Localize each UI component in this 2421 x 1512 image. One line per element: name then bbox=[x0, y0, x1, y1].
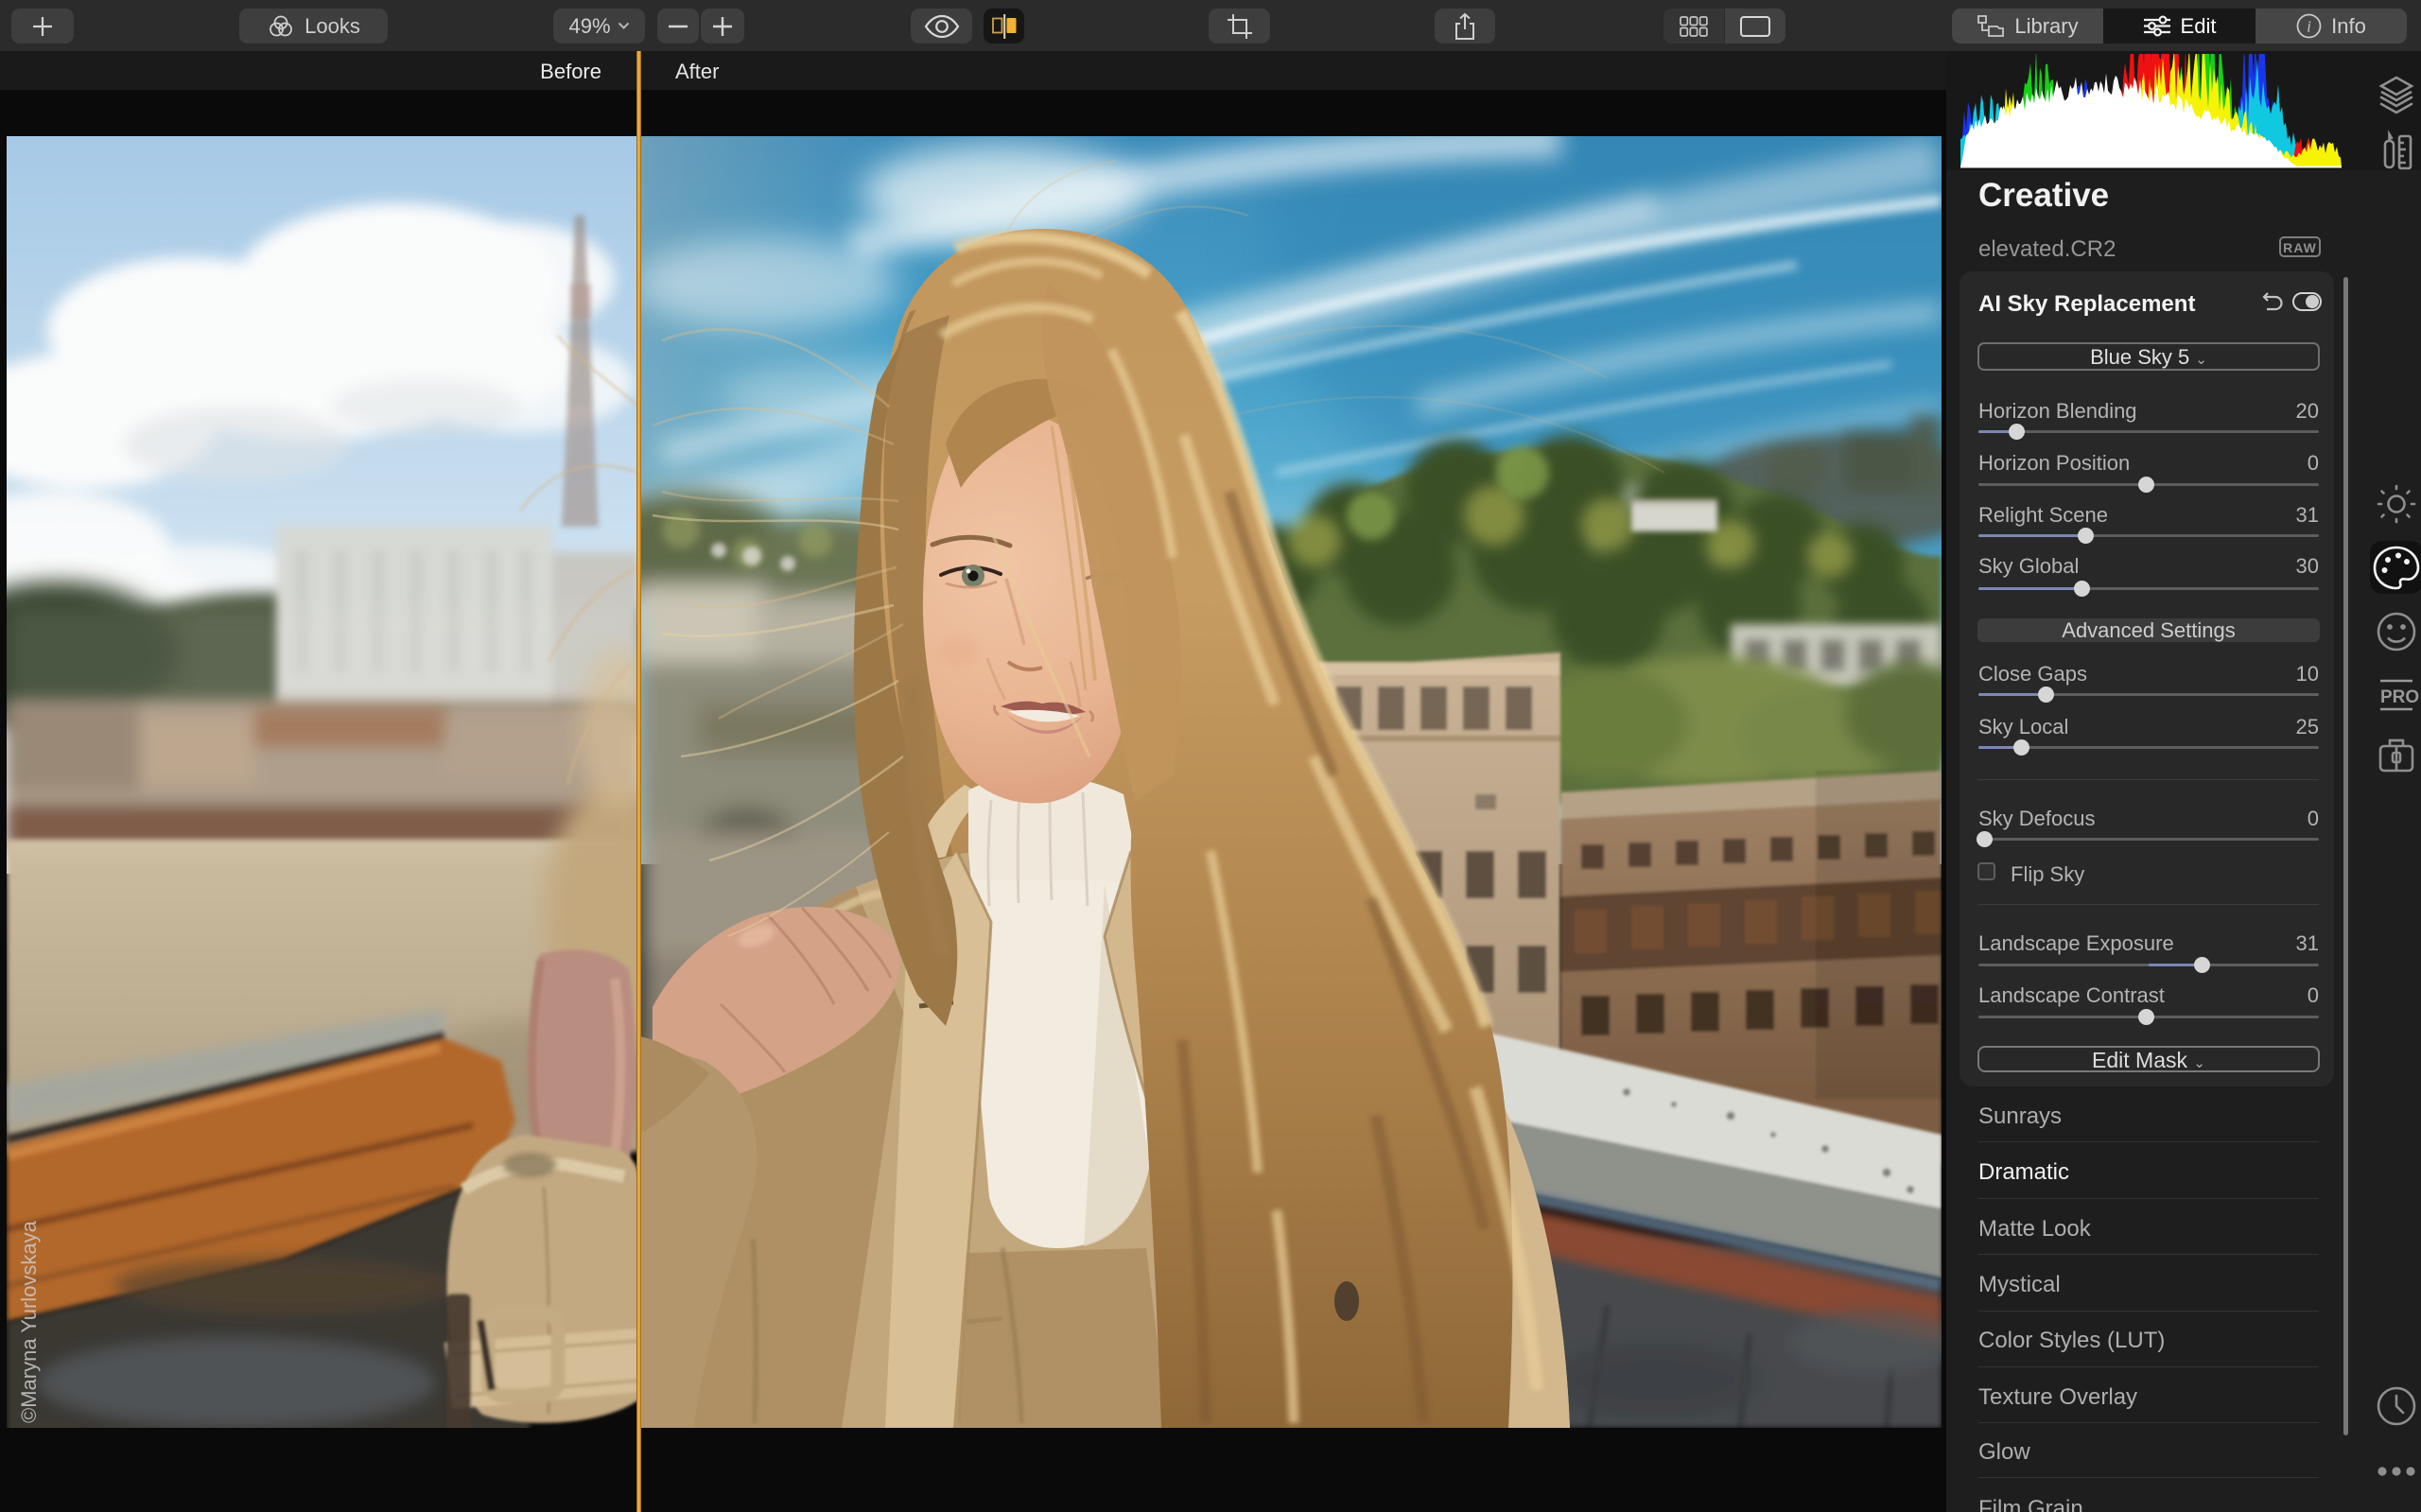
svg-text:i: i bbox=[2307, 18, 2311, 36]
svg-text:PRO: PRO bbox=[2380, 687, 2419, 707]
svg-text:©Maryna Yurlovskaya: ©Maryna Yurlovskaya bbox=[17, 1220, 41, 1423]
